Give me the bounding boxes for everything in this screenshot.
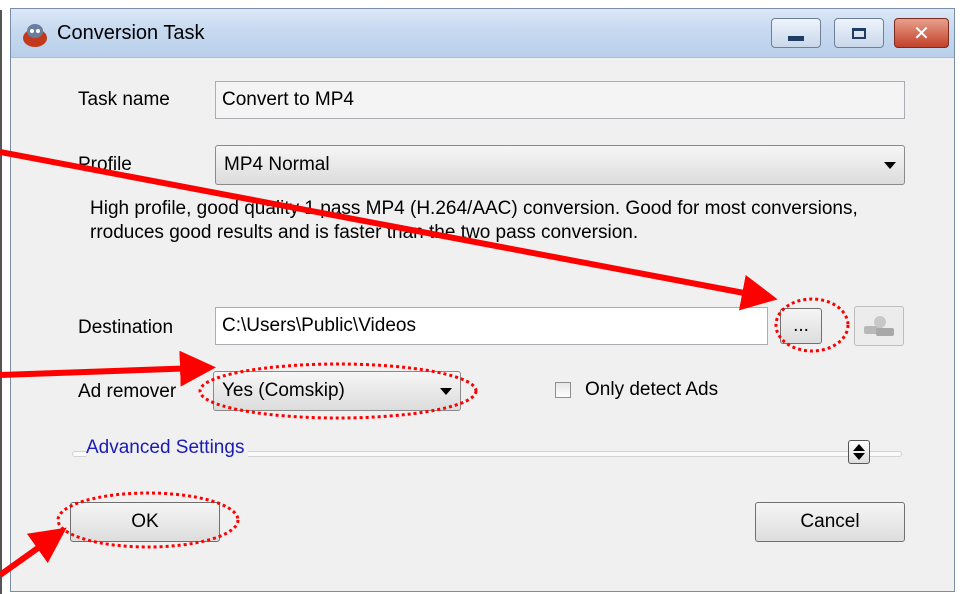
advanced-settings-label[interactable]: Advanced Settings — [86, 437, 249, 459]
cancel-button[interactable]: Cancel — [755, 502, 905, 542]
ok-button[interactable]: OK — [70, 502, 220, 542]
minimize-icon — [788, 35, 804, 41]
ad-remover-dropdown[interactable]: Yes (Comskip) — [213, 371, 461, 411]
app-icon — [23, 24, 47, 47]
ad-remover-value: Yes (Comskip) — [222, 380, 345, 401]
close-button[interactable]: ✕ — [894, 18, 949, 48]
window-title: Conversion Task — [57, 22, 205, 44]
expand-collapse-icon — [853, 444, 865, 460]
network-button — [854, 306, 904, 346]
title-bar[interactable]: Conversion Task ✕ — [11, 9, 954, 58]
maximize-icon — [852, 27, 866, 39]
profile-value: MP4 Normal — [224, 154, 330, 175]
destination-input[interactable]: C:\Users\Public\Videos — [215, 307, 768, 345]
profile-dropdown[interactable]: MP4 Normal — [215, 145, 905, 185]
advanced-settings-expander[interactable] — [848, 440, 870, 464]
destination-label: Destination — [78, 317, 174, 338]
network-drive-icon — [864, 316, 894, 336]
task-name-label: Task name — [78, 89, 170, 110]
background-edge — [0, 10, 2, 594]
task-name-input[interactable]: Convert to MP4 — [215, 81, 905, 119]
only-detect-ads-checkbox[interactable] — [555, 382, 571, 398]
browse-button[interactable]: ... — [780, 308, 822, 344]
ad-remover-label: Ad remover — [78, 381, 177, 402]
close-icon: ✕ — [913, 21, 930, 45]
profile-description: High profile, good quality 1 pass MP4 (H… — [90, 198, 858, 243]
minimize-button[interactable] — [771, 18, 821, 48]
profile-label: Profile — [78, 154, 132, 175]
only-detect-ads-label: Only detect Ads — [585, 379, 719, 400]
chevron-down-icon — [440, 388, 452, 395]
maximize-button[interactable] — [834, 18, 884, 48]
chevron-down-icon — [884, 162, 896, 169]
